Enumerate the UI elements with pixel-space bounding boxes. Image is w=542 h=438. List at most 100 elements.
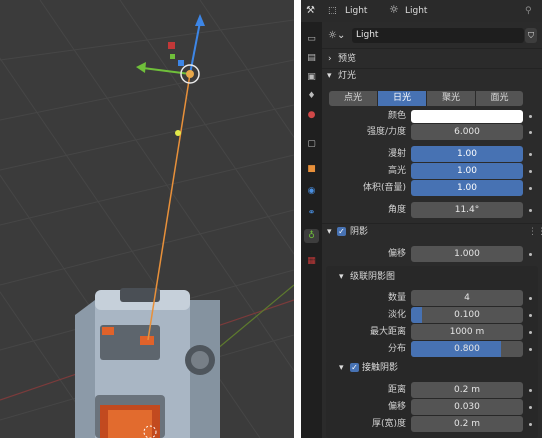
constraints-icon[interactable]: ⚭ [304,206,319,220]
collection-icon[interactable]: ▢ [304,137,319,151]
drag-handle-icon[interactable]: ⋮⋮ [528,226,542,238]
light-title: 灯光 [338,71,357,81]
color-label: 颜色 [387,111,406,121]
render-icon[interactable]: ▭ [304,32,319,46]
chevron-down-icon: ▾ [339,272,344,282]
fake-user-icon[interactable]: ⛉ [525,28,537,43]
strength-field[interactable]: 6.000 [411,124,523,140]
pin-icon[interactable]: ⚲ [525,5,532,17]
chevron-down-icon: ▾ [339,363,344,373]
datablock-name-field[interactable]: Light [352,28,524,43]
robot-object [75,288,220,438]
keyframe-dot[interactable] [529,297,532,300]
contact-shadow-checkbox[interactable]: ✓ [350,363,359,372]
angle-field[interactable]: 11.4° [411,202,523,218]
shadow-section-header[interactable]: ▾ ✓ 阴影 ⋮⋮ [322,224,542,240]
cascade-distribution-field[interactable]: 0.800 [411,341,523,357]
color-field[interactable] [411,110,523,123]
keyframe-dot[interactable] [529,187,532,190]
keyframe-dot[interactable] [529,153,532,156]
view-layer-icon[interactable]: ▣ [304,70,319,84]
output-icon[interactable]: ▤ [304,51,319,65]
keyframe-dot[interactable] [529,170,532,173]
light-section-header[interactable]: ▾ 灯光 [322,68,542,84]
object-icon[interactable]: ■ [304,162,319,176]
physics-icon[interactable]: ◉ [304,184,319,198]
sun-light-icon: ☼ [389,3,399,16]
properties-header: ⚒ ⬚ Light ☼ Light ⚲ [301,0,542,22]
cascade-section-header[interactable]: ▾ 级联阴影图 [322,269,542,285]
cascade-fade-field[interactable]: 0.100 [411,307,523,323]
keyframe-dot[interactable] [529,115,532,118]
diffuse-value: 1.00 [456,149,478,159]
properties-type-icon[interactable]: ⚒ [306,5,315,17]
contact-bias-field[interactable]: 0.030 [411,399,523,415]
contact-distance-value: 0.2 m [454,385,480,395]
light-type-selector: 点光 日光 聚光 面光 [329,91,523,106]
contact-thickness-value: 0.2 m [454,419,480,429]
keyframe-dot[interactable] [529,348,532,351]
volume-value: 1.00 [456,183,478,193]
keyframe-dot[interactable] [529,406,532,409]
contact-title: 接触阴影 [362,363,399,373]
specular-value: 1.00 [456,166,478,176]
keyframe-dot[interactable] [529,331,532,334]
cascade-distribution-value: 0.800 [454,344,480,354]
shadow-title: 阴影 [350,227,369,237]
volume-label: 体积(音量) [362,183,406,193]
shadow-checkbox[interactable]: ✓ [337,227,346,236]
cascade-count-value: 4 [464,293,470,303]
light-type-area[interactable]: 面光 [476,91,523,106]
cascade-max-distance-field[interactable]: 1000 m [411,324,523,340]
contact-bias-label: 偏移 [387,402,406,412]
keyframe-dot[interactable] [529,253,532,256]
keyframe-dot[interactable] [529,423,532,426]
diffuse-field[interactable]: 1.00 [411,146,523,162]
contact-bias-value: 0.030 [454,402,480,412]
contact-section-header[interactable]: ▾ ✓ 接触阴影 [322,360,542,376]
texture-icon[interactable]: ▦ [304,254,319,268]
breadcrumb-object[interactable]: Light [345,5,367,17]
angle-label: 角度 [387,205,406,215]
keyframe-dot[interactable] [529,314,532,317]
world-icon[interactable]: ● [304,108,319,122]
shadow-bias-field[interactable]: 1.000 [411,246,523,262]
breadcrumb-light-data[interactable]: Light [405,5,427,17]
light-type-point[interactable]: 点光 [329,91,377,106]
keyframe-dot[interactable] [529,131,532,134]
object-type-icon: ⬚ [328,6,337,16]
keyframe-dot[interactable] [529,209,532,212]
datablock-name: Light [356,30,379,40]
contact-thickness-label: 厚(宽)度 [371,419,406,429]
properties-panel: ☼⌄ Light ⛉ › 预览 ▾ 灯光 点光 日光 聚光 面光 颜色 强度/力… [322,22,542,438]
3d-viewport[interactable] [0,0,294,438]
properties-editor: ⚒ ⬚ Light ☼ Light ⚲ ▭ ▤ ▣ ♦ ● ▢ ■ ◉ ⚭ ♁ … [301,0,542,438]
cascade-count-label: 数量 [387,293,406,303]
contact-distance-label: 距离 [387,385,406,395]
volume-field[interactable]: 1.00 [411,180,523,196]
chevron-down-icon: ▾ [327,227,332,237]
strength-label: 强度/力度 [366,127,406,137]
light-type-sun[interactable]: 日光 [378,91,426,106]
contact-distance-field[interactable]: 0.2 m [411,382,523,398]
cascade-fade-fill [411,307,423,323]
shadow-bias-label: 偏移 [387,249,406,259]
strength-value: 6.000 [454,127,480,137]
specular-field[interactable]: 1.00 [411,163,523,179]
angle-value: 11.4° [454,205,480,215]
specular-label: 高光 [387,166,406,176]
diffuse-label: 漫射 [387,149,406,159]
light-type-spot[interactable]: 聚光 [427,91,475,106]
contact-thickness-field[interactable]: 0.2 m [411,416,523,432]
light-data-icon[interactable]: ♁ [304,229,319,243]
viewport-scene [0,0,294,438]
preview-title: 预览 [338,54,357,64]
scene-icon[interactable]: ♦ [304,89,319,103]
cascade-count-field[interactable]: 4 [411,290,523,306]
cascade-fade-value: 0.100 [454,310,480,320]
cascade-title: 级联阴影图 [350,272,396,282]
keyframe-dot[interactable] [529,389,532,392]
preview-section-header[interactable]: › 预览 [322,51,542,67]
light-datablock-icon[interactable]: ☼⌄ [328,30,345,42]
cascade-max-distance-label: 最大距离 [369,327,406,337]
